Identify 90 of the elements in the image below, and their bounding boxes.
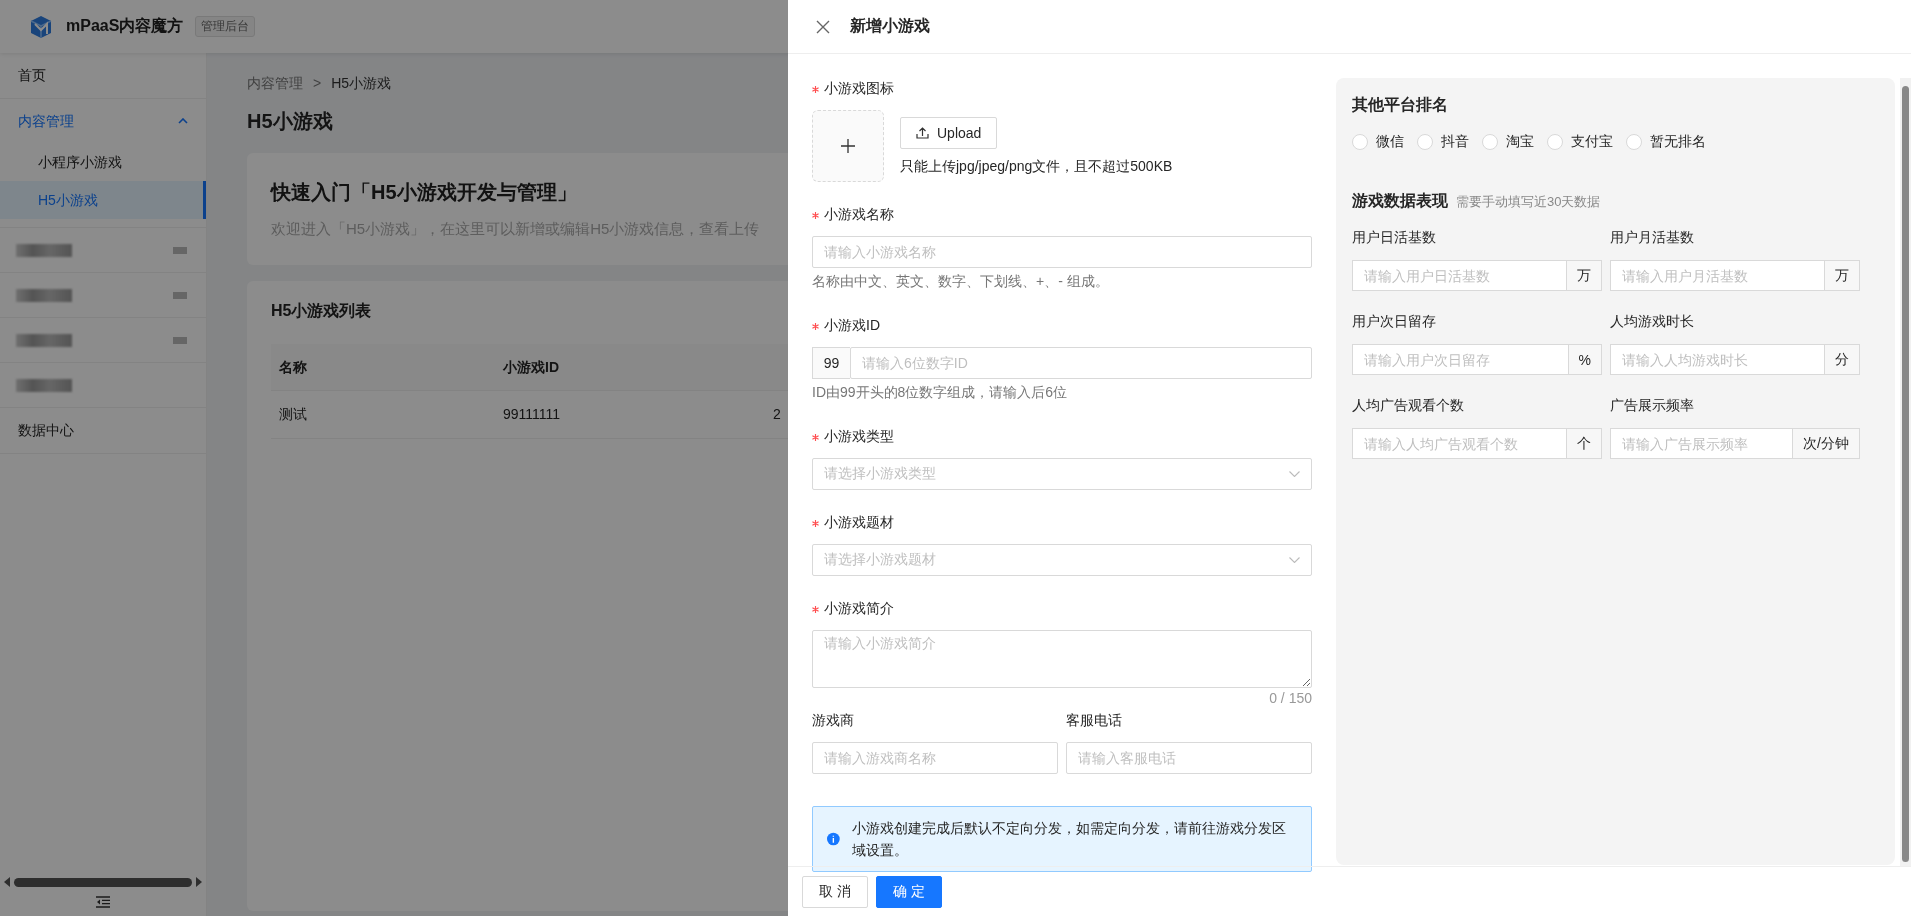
info-icon <box>827 832 840 846</box>
upload-icon <box>916 127 929 139</box>
redacted-mark <box>173 336 187 344</box>
redacted-mark <box>173 291 187 299</box>
field-hint: 名称由中文、英文、数字、下划线、+、- 组成。 <box>812 273 1110 291</box>
required-icon <box>812 85 819 93</box>
field-label: 小游戏类型 <box>824 428 894 446</box>
input-unit: 个 <box>1566 428 1602 459</box>
upload-button[interactable]: Upload <box>900 117 998 149</box>
scroll-left-icon[interactable] <box>4 877 10 887</box>
required-icon <box>812 433 819 441</box>
field-label: 人均广告观看个数 <box>1352 397 1465 415</box>
input-field[interactable]: 请输入小游戏名称 <box>812 236 1312 268</box>
cube-logo-icon <box>29 14 53 39</box>
confirm-button[interactable]: 确 定 <box>875 875 942 908</box>
scrollbar-thumb[interactable] <box>1902 86 1909 862</box>
radio-option[interactable]: 暂无排名 <box>1626 133 1706 151</box>
redacted-mark <box>173 246 187 254</box>
horizontal-scrollbar-thumb[interactable] <box>14 877 192 887</box>
redacted-label <box>16 288 72 302</box>
radio-option[interactable]: 淘宝 <box>1482 133 1534 151</box>
cancel-button[interactable]: 取 消 <box>802 875 868 908</box>
breadcrumb-separator: > <box>313 75 322 93</box>
redacted-label <box>16 243 72 257</box>
collapse-menu-icon[interactable] <box>96 896 110 908</box>
required-icon <box>812 211 819 219</box>
input-field[interactable]: 请输入人均游戏时长 <box>1610 344 1824 375</box>
caret-up-icon <box>178 118 188 124</box>
input-field[interactable]: 请输入6位数字ID <box>850 347 1312 379</box>
sidebar-group[interactable]: 内容管理 <box>0 99 206 143</box>
input-unit: 万 <box>1824 260 1860 291</box>
breadcrumb-item: H5小游戏 <box>331 75 392 93</box>
redacted-label <box>16 333 72 347</box>
chevron-down-icon <box>1289 557 1300 563</box>
redacted-label <box>16 378 72 392</box>
textarea-field[interactable]: 请输入小游戏简介 <box>812 630 1312 688</box>
character-counter: 0 / 150 <box>1268 690 1312 706</box>
input-field[interactable]: 请输入人均广告观看个数 <box>1352 428 1566 459</box>
input-field[interactable]: 请输入用户月活基数 <box>1610 260 1824 291</box>
section-title: 游戏数据表现 <box>1352 191 1448 211</box>
app-title: mPaaS内容魔方 <box>66 16 184 36</box>
page-title: H5小游戏 <box>247 109 333 134</box>
field-label: 客服电话 <box>1066 712 1122 730</box>
input-field[interactable]: 请输入用户次日留存 <box>1352 344 1568 375</box>
plus-icon <box>841 139 855 153</box>
scroll-right-icon[interactable] <box>196 877 202 887</box>
alert-text: 小游戏创建完成后默认不定向分发，如需定向分发，请前往游戏分发区域设置。 <box>851 819 1287 860</box>
table-title: H5小游戏列表 <box>271 301 373 321</box>
input-field[interactable]: 请输入用户日活基数 <box>1352 260 1566 291</box>
field-label: 小游戏ID <box>824 317 880 335</box>
drawer-title: 新增小游戏 <box>850 16 930 36</box>
required-icon <box>812 322 819 330</box>
sidebar-item[interactable]: 小程序小游戏 <box>0 143 206 181</box>
radio-option[interactable]: 支付宝 <box>1547 133 1613 151</box>
input-field[interactable]: 请输入游戏商名称 <box>812 742 1058 774</box>
required-icon <box>812 519 819 527</box>
upload-hint: 只能上传jpg/jpeg/png文件，且不超过500KB <box>900 158 1173 176</box>
sidebar-item[interactable]: 数据中心 <box>0 408 206 453</box>
close-icon[interactable] <box>816 19 830 34</box>
input-unit: 次/分钟 <box>1792 428 1860 459</box>
field-label: 用户月活基数 <box>1610 229 1695 247</box>
table-cell: 测试 <box>279 406 307 422</box>
field-label: 人均游戏时长 <box>1610 313 1695 331</box>
field-label: 小游戏简介 <box>824 600 894 618</box>
input-unit: 万 <box>1566 260 1602 291</box>
field-label: 广告展示频率 <box>1610 397 1695 415</box>
input-unit: % <box>1567 344 1602 375</box>
input-field[interactable]: 请输入客服电话 <box>1066 742 1312 774</box>
breadcrumb-item[interactable]: 内容管理 <box>247 75 303 93</box>
section-title: 其他平台排名 <box>1352 95 1449 115</box>
table-cell: 2 <box>773 406 781 422</box>
field-label: 用户日活基数 <box>1352 229 1437 247</box>
field-label: 小游戏名称 <box>824 206 894 224</box>
intro-title: 快速入门「H5小游戏开发与管理」 <box>271 180 578 205</box>
table-cell: 99111111 <box>503 406 561 422</box>
section-note: 需要手动填写近30天数据 <box>1456 193 1601 211</box>
field-label: 游戏商 <box>812 712 854 730</box>
field-hint: ID由99开头的8位数字组成，请输入后6位 <box>812 384 1069 402</box>
app-badge: 管理后台 <box>195 16 256 37</box>
radio-option[interactable]: 抖音 <box>1417 133 1469 151</box>
input-field[interactable]: 请输入广告展示频率 <box>1610 428 1793 459</box>
radio-option[interactable]: 微信 <box>1352 133 1404 151</box>
input-unit: 分 <box>1824 344 1860 375</box>
field-label: 小游戏图标 <box>824 80 894 98</box>
field-label: 用户次日留存 <box>1352 313 1437 331</box>
chevron-down-icon <box>1289 471 1300 477</box>
input-prefix: 99 <box>812 347 850 379</box>
sidebar-item[interactable]: 首页 <box>0 53 206 98</box>
field-label: 小游戏题材 <box>824 514 894 532</box>
required-icon <box>812 605 819 613</box>
